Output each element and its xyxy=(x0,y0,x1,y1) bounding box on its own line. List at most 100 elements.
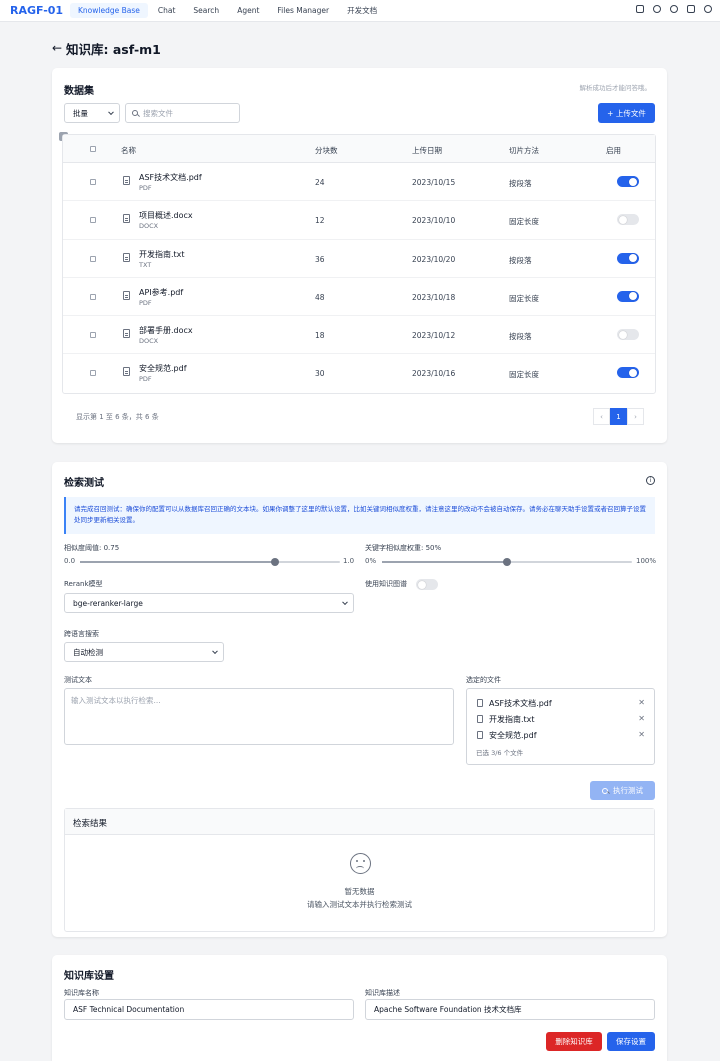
file-name[interactable]: 项目概述.docx xyxy=(139,210,193,221)
chevron-down-icon xyxy=(342,599,348,606)
test-text-input[interactable]: 输入测试文本以执行检索... xyxy=(64,688,454,745)
selected-files-box: ASF技术文档.pdf ✕ 开发指南.txt ✕ 安全规范.pdf ✕ 已选 3… xyxy=(466,688,655,765)
user-icon[interactable] xyxy=(704,5,712,13)
col-chunks[interactable]: 分块数 xyxy=(315,145,338,156)
search-icon xyxy=(602,787,608,794)
dataset-card: 数据集 解析成功后才能问答哦。 批量 搜索文件 + 上传文件 名称 分块数 上传… xyxy=(52,68,667,443)
file-name[interactable]: 部署手册.docx xyxy=(139,325,193,336)
remove-file-icon[interactable]: ✕ xyxy=(638,698,645,707)
chunk-count: 12 xyxy=(315,216,325,226)
table-row[interactable]: ASF技术文档.pdf PDF 24 2023/10/15 按段落 xyxy=(63,163,655,202)
results-title: 检索结果 xyxy=(65,809,654,835)
app-logo[interactable]: RAGF-01 xyxy=(10,4,70,17)
keyword-weight-knob[interactable] xyxy=(503,558,511,566)
enable-toggle[interactable] xyxy=(617,176,639,187)
rerank-select[interactable]: bge-reranker-large xyxy=(64,593,354,613)
enable-toggle[interactable] xyxy=(617,252,639,264)
row-checkbox[interactable] xyxy=(90,332,96,339)
selected-file-item: ASF技术文档.pdf xyxy=(477,698,552,709)
bulk-select-value: 批量 xyxy=(73,108,88,118)
table-row[interactable]: API参考.pdf PDF 48 2023/10/18 固定长度 xyxy=(63,278,655,317)
remove-file-icon[interactable]: ✕ xyxy=(638,714,645,723)
page-1-button[interactable]: 1 xyxy=(610,408,627,425)
chunk-method[interactable]: 固定长度 xyxy=(509,216,539,227)
save-settings-button[interactable]: 保存设置 xyxy=(607,1032,655,1051)
row-checkbox[interactable] xyxy=(90,293,96,300)
enable-toggle[interactable] xyxy=(617,367,639,379)
file-name[interactable]: API参考.pdf xyxy=(139,287,183,298)
row-checkbox[interactable] xyxy=(90,370,96,377)
file-name[interactable]: 开发指南.txt xyxy=(139,249,185,260)
next-page-button[interactable]: › xyxy=(627,408,644,425)
chunk-method[interactable]: 按段落 xyxy=(509,255,532,266)
nav-chat[interactable]: Chat xyxy=(150,3,184,18)
github-icon[interactable] xyxy=(636,5,644,13)
enable-toggle[interactable] xyxy=(617,329,639,341)
file-search-input[interactable]: 搜索文件 xyxy=(125,103,240,123)
upload-date: 2023/10/15 xyxy=(412,178,456,187)
settings-icon[interactable] xyxy=(670,5,678,13)
chunk-method[interactable]: 固定长度 xyxy=(509,293,539,304)
col-name[interactable]: 名称 xyxy=(121,145,136,156)
file-type: TXT xyxy=(139,260,152,269)
help-icon[interactable] xyxy=(653,5,661,13)
kb-desc-input[interactable]: Apache Software Foundation 技术文档库 xyxy=(365,999,655,1020)
run-test-button[interactable]: 执行测试 xyxy=(590,781,655,800)
run-test-label: 执行测试 xyxy=(613,786,643,795)
table-row[interactable]: 部署手册.docx DOCX 18 2023/10/12 按段落 xyxy=(63,316,655,355)
similarity-slider[interactable] xyxy=(80,558,340,566)
file-name[interactable]: 安全规范.pdf xyxy=(139,363,187,374)
row-checkbox[interactable] xyxy=(90,179,96,185)
table-body: ASF技术文档.pdf PDF 24 2023/10/15 按段落 项目概述.docx DO… xyxy=(63,163,655,393)
chunk-method[interactable]: 按段落 xyxy=(509,178,532,189)
home-icon[interactable] xyxy=(687,5,695,13)
delete-kb-button[interactable]: 删除知识库 xyxy=(546,1032,602,1051)
table-row[interactable]: 项目概述.docx DOCX 12 2023/10/10 固定长度 xyxy=(63,201,655,240)
rerank-label: Rerank模型 xyxy=(64,580,103,588)
chunk-count: 30 xyxy=(315,369,325,379)
keyword-weight-slider[interactable] xyxy=(382,558,632,566)
chunk-method[interactable]: 按段落 xyxy=(509,331,532,342)
cross-language-value: 自动检测 xyxy=(73,647,103,657)
bulk-select[interactable]: 批量 xyxy=(64,103,120,123)
kb-name-label: 知识库名称 xyxy=(64,989,99,997)
table-row[interactable]: 开发指南.txt TXT 36 2023/10/20 按段落 xyxy=(63,240,655,278)
col-chunk-method[interactable]: 切片方法 xyxy=(509,145,539,156)
kb-name-input[interactable]: ASF Technical Documentation xyxy=(64,999,354,1020)
back-arrow-icon[interactable]: ← xyxy=(52,41,62,55)
upload-date: 2023/10/18 xyxy=(412,292,456,302)
upload-file-button[interactable]: + 上传文件 xyxy=(598,103,655,123)
retrieval-title: 检索测试 xyxy=(64,478,104,489)
enable-toggle[interactable] xyxy=(617,290,639,302)
file-icon xyxy=(123,367,130,377)
selected-count: 已选 3/6 个文件 xyxy=(476,749,524,757)
main-nav: Knowledge Base Chat Search Agent Files M… xyxy=(70,2,387,19)
nav-files-manager[interactable]: Files Manager xyxy=(269,3,337,18)
remove-file-icon[interactable]: ✕ xyxy=(638,730,645,739)
knowledge-graph-toggle[interactable] xyxy=(416,579,438,590)
cross-language-select[interactable]: 自动检测 xyxy=(64,642,224,662)
nav-knowledge-base[interactable]: Knowledge Base xyxy=(70,3,148,18)
file-icon xyxy=(123,176,130,185)
file-icon xyxy=(123,329,130,339)
cross-language-label: 跨语言搜索 xyxy=(64,630,99,638)
file-name[interactable]: ASF技术文档.pdf xyxy=(139,172,202,183)
top-icons xyxy=(627,5,712,13)
col-upload-date[interactable]: 上传日期 xyxy=(412,145,442,156)
similarity-min: 0.0 xyxy=(64,557,76,565)
table-row[interactable]: 安全规范.pdf PDF 30 2023/10/16 固定长度 xyxy=(63,354,655,392)
info-icon[interactable]: i xyxy=(646,476,655,485)
nav-agent[interactable]: Agent xyxy=(229,3,267,18)
file-icon xyxy=(123,252,130,262)
nav-search[interactable]: Search xyxy=(185,3,227,18)
similarity-knob[interactable] xyxy=(271,558,279,566)
prev-page-button[interactable]: ‹ xyxy=(593,408,610,425)
row-checkbox[interactable] xyxy=(90,217,96,224)
table-header: 名称 分块数 上传日期 切片方法 启用 xyxy=(63,135,655,163)
nav-dev-docs[interactable]: 开发文档 xyxy=(339,2,385,19)
row-checkbox[interactable] xyxy=(90,255,96,262)
col-enabled[interactable]: 启用 xyxy=(606,145,621,156)
select-all-checkbox[interactable] xyxy=(90,146,96,152)
enable-toggle[interactable] xyxy=(617,214,639,226)
chunk-method[interactable]: 固定长度 xyxy=(509,369,539,380)
